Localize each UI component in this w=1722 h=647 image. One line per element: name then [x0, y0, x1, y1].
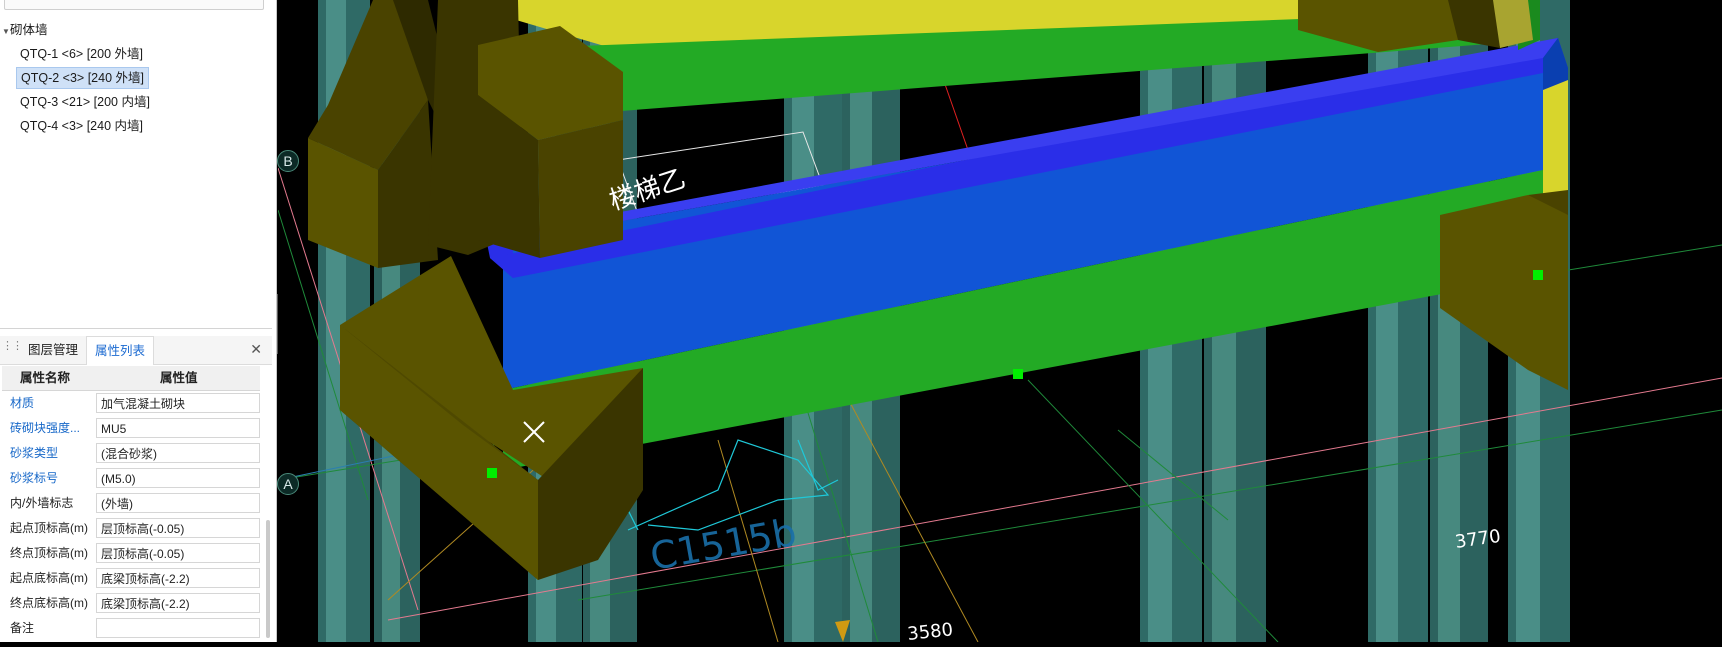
property-value[interactable]: MU5 — [96, 418, 260, 438]
table-row: 砂浆类型 (混合砂浆) — [2, 441, 260, 466]
table-row: 终点底标高(m) 底梁顶标高(-2.2) — [2, 591, 260, 616]
tab-property-list[interactable]: 属性列表 — [86, 336, 155, 365]
property-name: 终点顶标高(m) — [10, 546, 88, 560]
table-row: 内/外墙标志 (外墙) — [2, 491, 260, 516]
property-name[interactable]: 砂浆标号 — [2, 466, 94, 490]
property-value[interactable]: (外墙) — [96, 493, 260, 513]
property-name[interactable]: 砂浆类型 — [2, 441, 94, 465]
property-value[interactable]: 层顶标高(-0.05) — [96, 518, 260, 538]
caret-down-icon: ▼ — [2, 27, 10, 36]
tree-group-masonry-wall[interactable]: ▼砌体墙 — [2, 19, 48, 41]
tree-item-qtq-3[interactable]: QTQ-3 <21> [200 内墙] — [16, 91, 154, 113]
tree-item-qtq-2[interactable]: QTQ-2 <3> [240 外墙] — [16, 67, 149, 89]
drag-grip-icon[interactable]: ⋮⋮ — [2, 341, 23, 357]
property-value[interactable]: 底梁顶标高(-2.2) — [96, 568, 260, 588]
property-name[interactable]: 材质 — [2, 391, 94, 415]
dimension-bottom: 3580 — [906, 619, 954, 642]
tree-item-qtq-1[interactable]: QTQ-1 <6> [200 外墙] — [16, 43, 147, 65]
panel-tabs: ⋮⋮ 图层管理 属性列表 ✕ — [0, 336, 272, 365]
property-value[interactable]: 底梁顶标高(-2.2) — [96, 593, 260, 613]
header-property-value: 属性值 — [160, 371, 198, 385]
property-value[interactable]: 加气混凝土砌块 — [96, 393, 260, 413]
grip-handle[interactable] — [1533, 270, 1543, 280]
header-property-name: 属性名称 — [20, 371, 71, 385]
property-value[interactable] — [96, 618, 260, 638]
property-table-header: 属性名称 属性值 — [2, 366, 260, 391]
property-name[interactable]: 砖砌块强度... — [2, 416, 94, 440]
property-value[interactable]: (混合砂浆) — [96, 443, 260, 463]
grid-axis-a: A — [277, 473, 299, 495]
property-name: 起点底标高(m) — [10, 571, 88, 585]
tab-layer-management[interactable]: 图层管理 — [20, 336, 86, 364]
grip-handle[interactable] — [1013, 369, 1023, 379]
tree-item-label: QTQ-4 <3> [240 内墙] — [20, 119, 143, 133]
3d-viewport[interactable]: 楼梯乙 C1515b 3770 3580 B A — [277, 0, 1722, 645]
property-scrollbar[interactable] — [266, 520, 270, 638]
table-row: 起点顶标高(m) 层顶标高(-0.05) — [2, 516, 260, 541]
property-name: 内/外墙标志 — [10, 496, 74, 510]
tree-item-label: QTQ-3 <21> [200 内墙] — [20, 95, 150, 109]
tree-item-label: QTQ-1 <6> [200 外墙] — [20, 47, 143, 61]
property-name: 终点底标高(m) — [10, 596, 88, 610]
close-icon[interactable]: ✕ — [250, 341, 262, 358]
left-panel: ▼砌体墙 QTQ-1 <6> [200 外墙] QTQ-2 <3> [240 外… — [0, 0, 277, 642]
property-name: 起点顶标高(m) — [10, 521, 88, 535]
property-value[interactable]: (M5.0) — [96, 468, 260, 488]
table-row: 砂浆标号 (M5.0) — [2, 466, 260, 491]
tree-item-label: QTQ-2 <3> [240 外墙] — [21, 71, 144, 85]
table-row: 备注 — [2, 616, 260, 641]
component-tree: ▼砌体墙 QTQ-1 <6> [200 外墙] QTQ-2 <3> [240 外… — [0, 0, 272, 329]
property-name: 备注 — [10, 621, 35, 635]
grid-axis-b: B — [277, 150, 299, 172]
tree-group-label: 砌体墙 — [10, 23, 48, 37]
tree-item-qtq-4[interactable]: QTQ-4 <3> [240 内墙] — [16, 115, 147, 137]
grip-handle[interactable] — [487, 468, 497, 478]
table-row: 砖砌块强度... MU5 — [2, 416, 260, 441]
table-row: 起点底标高(m) 底梁顶标高(-2.2) — [2, 566, 260, 591]
pier-top-center — [478, 26, 623, 258]
table-row: 终点顶标高(m) 层顶标高(-0.05) — [2, 541, 260, 566]
table-row: 材质 加气混凝土砌块 — [2, 391, 260, 416]
property-value[interactable]: 层顶标高(-0.05) — [96, 543, 260, 563]
viewport-canvas[interactable]: 楼梯乙 C1515b 3770 3580 — [277, 0, 1722, 645]
search-input[interactable] — [4, 0, 264, 10]
